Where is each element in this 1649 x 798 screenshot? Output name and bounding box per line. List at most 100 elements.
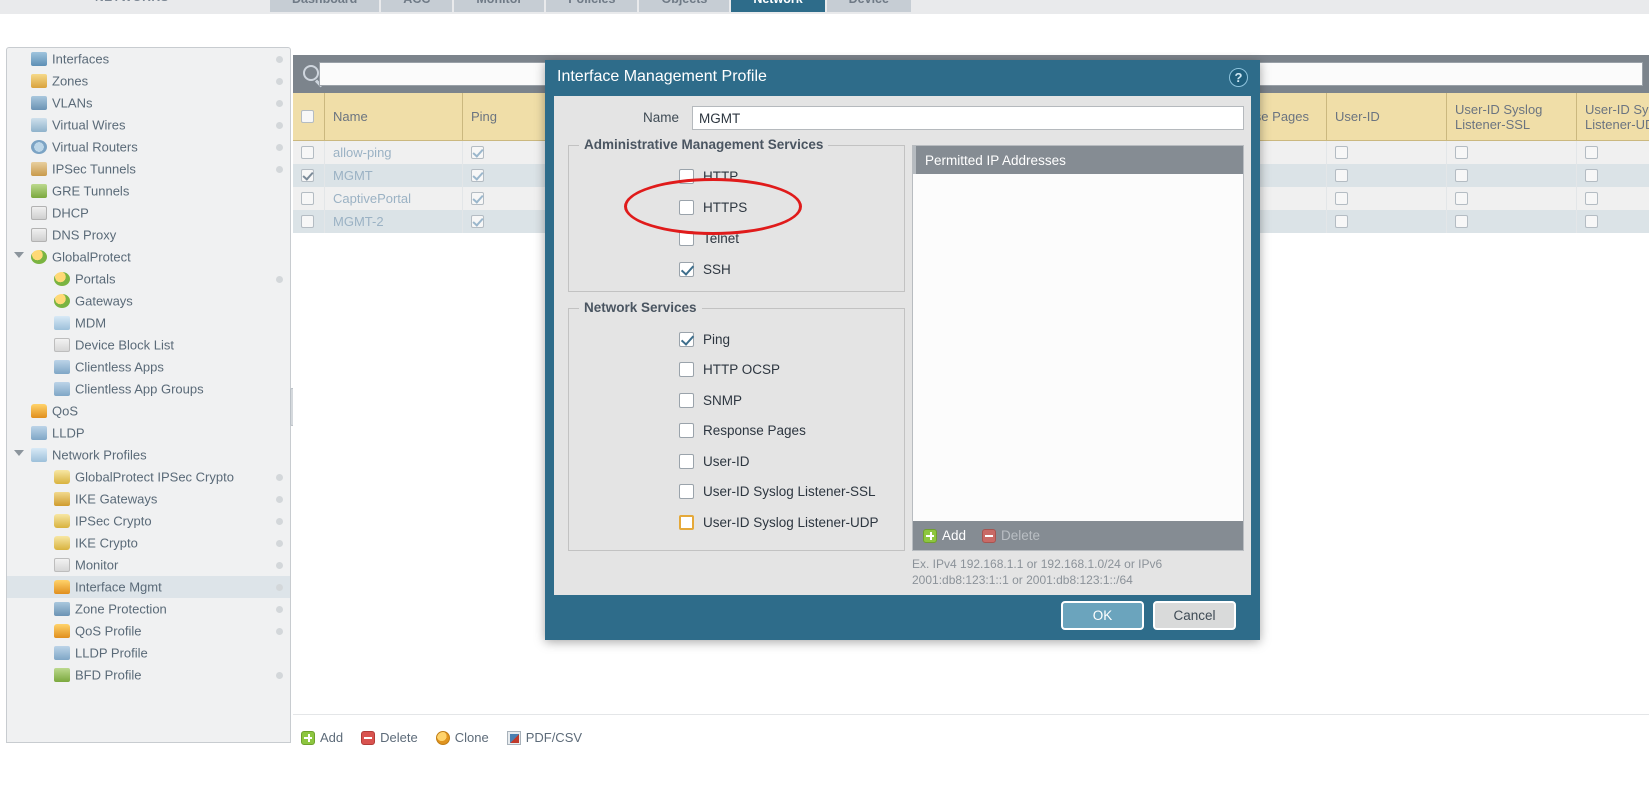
- checkbox-row[interactable]: HTTP: [679, 164, 738, 188]
- pdf-csv-button[interactable]: PDF/CSV: [506, 730, 582, 745]
- clone-button[interactable]: Clone: [435, 730, 489, 745]
- sidebar-item-ipsec-crypto[interactable]: IPSec Crypto: [7, 510, 290, 532]
- row-select-cell[interactable]: [293, 187, 325, 210]
- select-all-checkbox[interactable]: [301, 110, 314, 123]
- sidebar-item-lldp-profile[interactable]: LLDP Profile: [7, 642, 290, 664]
- expand-arrow-icon[interactable]: [14, 252, 24, 258]
- tab-device[interactable]: Device: [826, 0, 911, 12]
- sidebar-item-virtual-wires[interactable]: Virtual Wires: [7, 114, 290, 136]
- sidebar-item-dns-proxy[interactable]: DNS Proxy: [7, 224, 290, 246]
- checkbox-https[interactable]: [679, 199, 694, 215]
- row-select-cell[interactable]: [293, 210, 325, 233]
- sidebar-item-globalprotect[interactable]: GlobalProtect: [7, 246, 290, 268]
- sidebar-item-clientless-apps[interactable]: Clientless Apps: [7, 356, 290, 378]
- sidebar-navigation[interactable]: Interfaces Zones VLANs Virtual Wires Virtual…: [6, 47, 291, 743]
- sidebar-item-device-block-list[interactable]: Device Block List: [7, 334, 290, 356]
- row-select-cell[interactable]: [293, 141, 325, 164]
- add-button[interactable]: Add: [301, 730, 343, 745]
- help-icon[interactable]: ?: [1229, 68, 1248, 87]
- checkbox-row[interactable]: HTTPS: [679, 195, 747, 219]
- sidebar-item-vlans[interactable]: VLANs: [7, 92, 290, 114]
- delete-button[interactable]: Delete: [361, 730, 418, 745]
- sidebar-item-bfd-profile[interactable]: BFD Profile: [7, 664, 290, 686]
- sidebar-item-network-profiles[interactable]: Network Profiles: [7, 444, 290, 466]
- permitted-ip-list[interactable]: [913, 174, 1243, 521]
- ip-add-button[interactable]: Add: [923, 528, 966, 543]
- row-select-checkbox[interactable]: [301, 215, 314, 228]
- checkbox-user-id[interactable]: [679, 453, 694, 469]
- service-checkbox: [1335, 169, 1348, 182]
- sidebar-item-interface-mgmt[interactable]: Interface Mgmt: [7, 576, 290, 598]
- sidebar-item-zone-protection[interactable]: Zone Protection: [7, 598, 290, 620]
- sidebar-item-dhcp[interactable]: DHCP: [7, 202, 290, 224]
- checkbox-response-pages[interactable]: [679, 423, 694, 438]
- tab-objects[interactable]: Objects: [639, 0, 730, 12]
- sidebar-item-gre-tunnels[interactable]: GRE Tunnels: [7, 180, 290, 202]
- tab-dashboard[interactable]: Dashboard: [270, 0, 380, 12]
- checkbox-row[interactable]: Telnet: [679, 226, 739, 250]
- checkbox-row[interactable]: SNMP: [679, 388, 742, 412]
- checkbox-snmp[interactable]: [679, 392, 694, 408]
- row-select-cell[interactable]: [293, 164, 325, 187]
- checkbox-row[interactable]: Response Pages: [679, 419, 806, 443]
- checkbox-ping[interactable]: [679, 331, 694, 347]
- sidebar-item-status-dot: [276, 540, 283, 547]
- table-header-cell[interactable]: Name: [325, 93, 463, 140]
- row-name-cell[interactable]: MGMT-2: [325, 210, 463, 233]
- checkbox-telnet[interactable]: [679, 230, 694, 246]
- sidebar-item-ipsec-tunnels[interactable]: IPSec Tunnels: [7, 158, 290, 180]
- select-all-header-cell[interactable]: [293, 93, 325, 140]
- checkbox-http[interactable]: [679, 168, 694, 184]
- lldp-profile-icon: [54, 646, 70, 660]
- sidebar-item-mdm[interactable]: MDM: [7, 312, 290, 334]
- table-header-cell[interactable]: User-ID: [1327, 93, 1447, 140]
- sidebar-item-qos[interactable]: QoS: [7, 400, 290, 422]
- sidebar-item-lldp[interactable]: LLDP: [7, 422, 290, 444]
- sidebar-item-clientless-app-groups[interactable]: Clientless App Groups: [7, 378, 290, 400]
- sidebar-item-status-dot: [276, 474, 283, 481]
- checkbox-row[interactable]: User-ID Syslog Listener-UDP: [679, 510, 879, 534]
- tab-acc[interactable]: ACC: [381, 0, 453, 12]
- checkbox-row[interactable]: Ping: [679, 327, 730, 351]
- service-checkbox: [1585, 215, 1598, 228]
- expand-arrow-icon[interactable]: [14, 450, 24, 456]
- checkbox-row[interactable]: SSH: [679, 257, 731, 281]
- tab-monitor[interactable]: Monitor: [454, 0, 545, 12]
- sidebar-item-label: GRE Tunnels: [52, 183, 130, 199]
- sidebar-item-monitor[interactable]: Monitor: [7, 554, 290, 576]
- sidebar-item-status-dot: [276, 496, 283, 503]
- checkbox-label: HTTP: [703, 168, 739, 184]
- name-input[interactable]: [692, 106, 1244, 130]
- table-header-cell[interactable]: User-ID Syslog Listener-SSL: [1447, 93, 1577, 140]
- row-select-checkbox[interactable]: [301, 192, 314, 205]
- checkbox-ssh[interactable]: [679, 261, 694, 277]
- sidebar-item-ike-crypto[interactable]: IKE Crypto: [7, 532, 290, 554]
- sidebar-item-globalprotect-ipsec-crypto[interactable]: GlobalProtect IPSec Crypto: [7, 466, 290, 488]
- tab-network[interactable]: Network: [731, 0, 825, 12]
- row-select-checkbox[interactable]: [301, 146, 314, 159]
- checkbox-row[interactable]: User-ID Syslog Listener-SSL: [679, 480, 876, 504]
- row-select-checkbox[interactable]: [301, 169, 314, 182]
- checkbox-row[interactable]: HTTP OCSP: [679, 358, 780, 382]
- tab-policies[interactable]: Policies: [546, 0, 638, 12]
- sidebar-item-gateways[interactable]: Gateways: [7, 290, 290, 312]
- sidebar-item-interfaces[interactable]: Interfaces: [7, 48, 290, 70]
- table-header-cell[interactable]: User-ID Syslog Listener-UDP: [1577, 93, 1649, 140]
- ok-button[interactable]: OK: [1061, 601, 1144, 630]
- checkbox-user-id-syslog-listener-ssl[interactable]: [679, 484, 694, 499]
- row-name-cell[interactable]: allow-ping: [325, 141, 463, 164]
- checkbox-user-id-syslog-listener-udp[interactable]: [679, 514, 694, 530]
- sidebar-item-ike-gateways[interactable]: IKE Gateways: [7, 488, 290, 510]
- sidebar-item-qos-profile[interactable]: QoS Profile: [7, 620, 290, 642]
- cancel-button[interactable]: Cancel: [1153, 601, 1236, 630]
- row-name-cell[interactable]: MGMT: [325, 164, 463, 187]
- zones-icon: [31, 74, 47, 88]
- clientless-app-groups-icon: [54, 382, 70, 396]
- clone-icon: [435, 730, 450, 745]
- sidebar-item-zones[interactable]: Zones: [7, 70, 290, 92]
- sidebar-item-virtual-routers[interactable]: Virtual Routers: [7, 136, 290, 158]
- sidebar-item-portals[interactable]: Portals: [7, 268, 290, 290]
- checkbox-row[interactable]: User-ID: [679, 449, 750, 473]
- row-name-cell[interactable]: CaptivePortal: [325, 187, 463, 210]
- checkbox-http-ocsp[interactable]: [679, 362, 694, 377]
